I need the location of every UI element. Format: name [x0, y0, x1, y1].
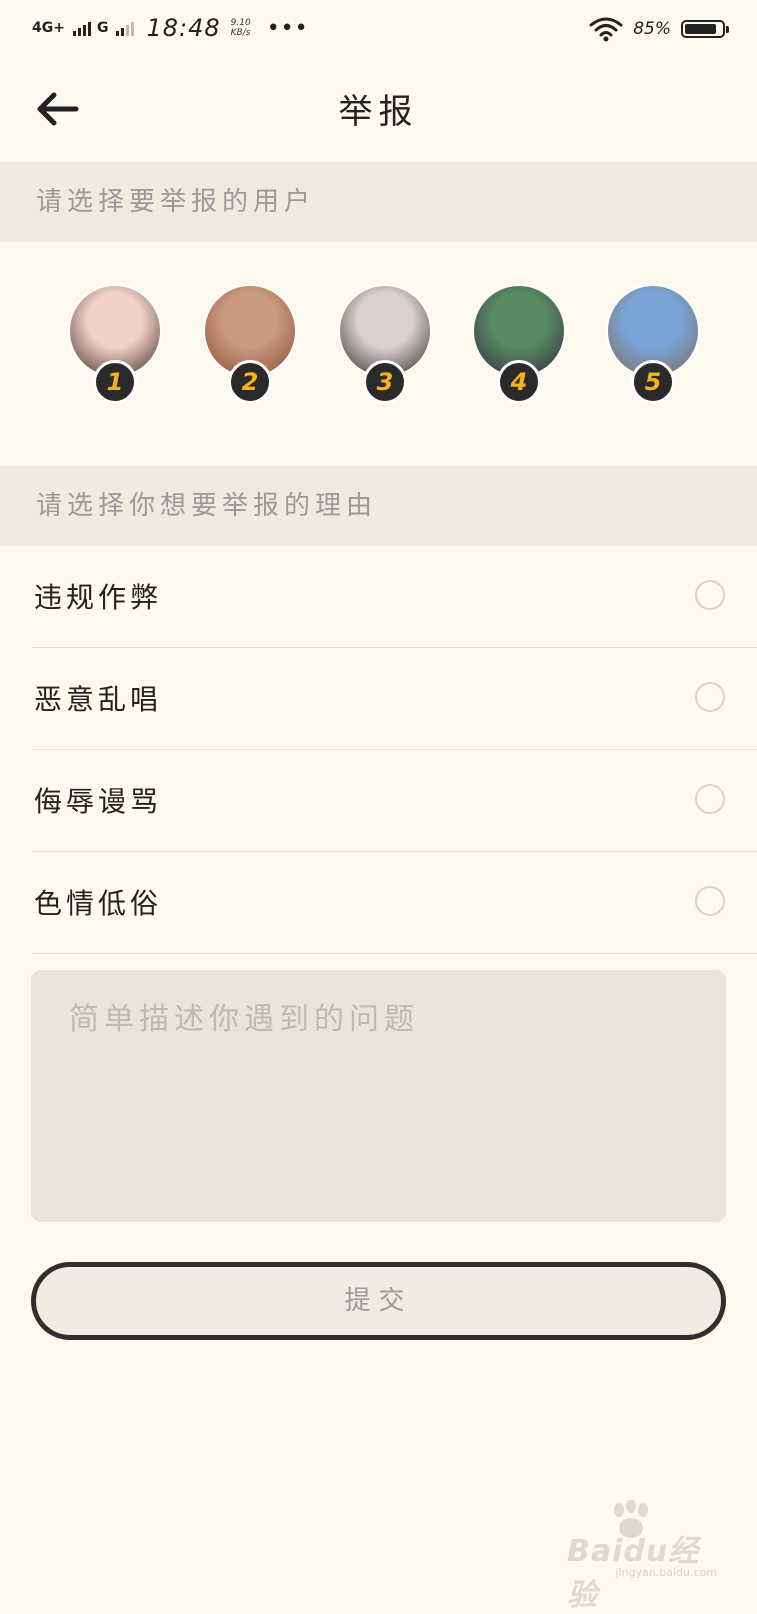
user-number-badge: 4 — [497, 360, 541, 404]
battery-level — [685, 24, 716, 34]
radio-button[interactable] — [695, 580, 725, 610]
reason-option-label: 违规作弊 — [34, 581, 163, 614]
user-number-badge: 3 — [363, 360, 407, 404]
reason-option-cheating[interactable]: 违规作弊 — [32, 546, 757, 648]
user-avatar-5[interactable]: 5 — [606, 284, 700, 404]
reason-option-label: 恶意乱唱 — [34, 683, 163, 716]
network-speed-unit: KB/s — [230, 28, 251, 38]
user-number-badge: 5 — [631, 360, 675, 404]
user-section-header: 请选择要举报的用户 — [0, 162, 757, 242]
submit-button[interactable]: 提交 — [31, 1262, 726, 1340]
baidu-watermark: Baidu经验 jingyan.baidu.com — [567, 1500, 717, 1613]
signal-strength-icon — [72, 20, 91, 36]
clock: 18:48 — [146, 14, 221, 42]
user-list: 1 2 3 4 5 — [0, 242, 757, 466]
user-number-badge: 2 — [228, 360, 272, 404]
status-bar: 4G+ G 18:48 9.10 KB/s ••• 85% — [0, 0, 757, 58]
status-left: 4G+ G 18:48 9.10 KB/s ••• — [32, 12, 309, 44]
user-avatar-2[interactable]: 2 — [203, 284, 297, 404]
description-input[interactable]: 简单描述你遇到的问题 — [31, 970, 726, 1222]
battery-icon — [681, 20, 729, 38]
battery-percentage: 85% — [633, 19, 671, 39]
user-avatar-1[interactable]: 1 — [68, 284, 162, 404]
network-speed-value: 9.10 — [230, 18, 251, 28]
radio-button[interactable] — [695, 886, 725, 916]
reason-section-header: 请选择你想要举报的理由 — [0, 466, 757, 546]
network-speed: 9.10 KB/s — [231, 18, 251, 38]
watermark-url: jingyan.baidu.com — [615, 1566, 717, 1579]
radio-button[interactable] — [695, 784, 725, 814]
more-notifications-icon: ••• — [266, 15, 309, 41]
reason-option-vulgar[interactable]: 色情低俗 — [32, 852, 757, 954]
wifi-icon — [589, 17, 623, 42]
signal-strength-secondary-icon — [116, 20, 135, 36]
reason-option-label: 色情低俗 — [34, 887, 163, 920]
reason-option-insults[interactable]: 侮辱谩骂 — [32, 750, 757, 852]
user-avatar-3[interactable]: 3 — [338, 284, 432, 404]
reason-option-malicious-singing[interactable]: 恶意乱唱 — [32, 648, 757, 750]
network-type-secondary: G — [96, 20, 109, 36]
page-title: 举报 — [338, 92, 419, 132]
top-bar: 举报 — [0, 58, 757, 163]
user-number-badge: 1 — [93, 360, 137, 404]
description-placeholder: 简单描述你遇到的问题 — [69, 1002, 419, 1037]
network-type-primary: 4G+ — [32, 20, 65, 36]
reason-option-label: 侮辱谩骂 — [34, 785, 163, 818]
radio-button[interactable] — [695, 682, 725, 712]
user-avatar-4[interactable]: 4 — [472, 284, 566, 404]
status-right: 85% — [589, 14, 729, 44]
